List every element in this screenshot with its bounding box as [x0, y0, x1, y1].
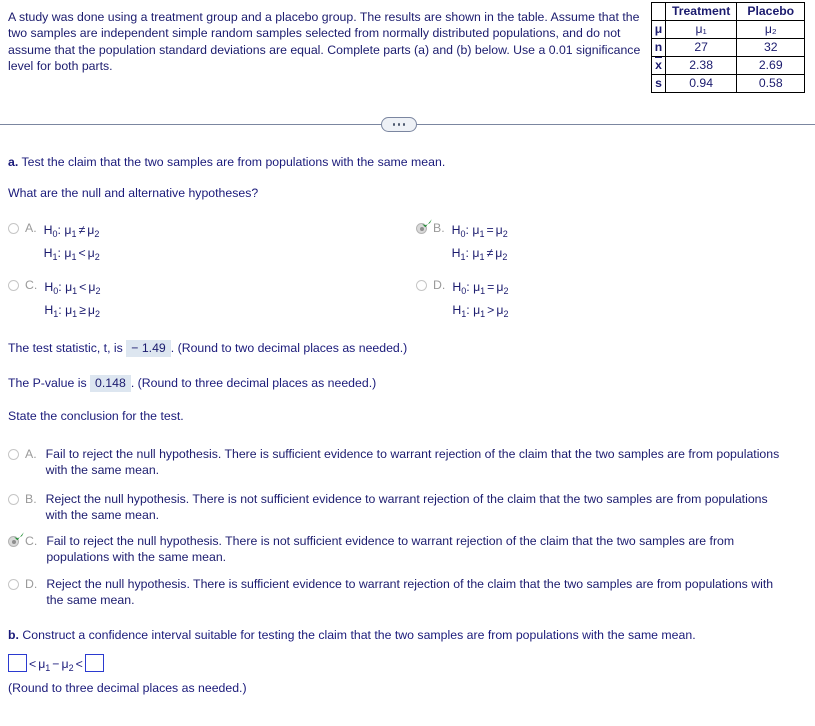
- test-statistic-value[interactable]: − 1.49: [126, 340, 171, 357]
- cell-n-treatment: 27: [664, 38, 738, 57]
- test-statistic-row: The test statistic, t, is − 1.49. (Round…: [8, 340, 407, 357]
- radio-button[interactable]: [8, 449, 19, 460]
- problem-statement: A study was done using a treatment group…: [8, 10, 641, 73]
- row-label-n: n: [651, 38, 666, 57]
- null-hypothesis: H0: μ1 < μ2: [44, 280, 101, 296]
- table-row: s 0.94 0.58: [651, 74, 806, 93]
- null-hypothesis: H0: μ1 = μ2: [452, 280, 509, 296]
- test-statistic-note: . (Round to two decimal places as needed…: [170, 341, 408, 355]
- ci-rel-right: <: [75, 657, 83, 671]
- p-value-value[interactable]: 0.148: [90, 375, 131, 392]
- radio-button[interactable]: [8, 579, 19, 590]
- conclusion-option-a[interactable]: A. Fail to reject the null hypothesis. T…: [8, 447, 791, 478]
- option-letter: C.: [25, 534, 38, 548]
- radio-button[interactable]: [8, 280, 19, 291]
- cell-xbar-treatment: 2.38: [664, 56, 738, 75]
- ellipsis-dot-icon: [402, 123, 406, 126]
- p-value-note: . (Round to three decimal places as need…: [130, 376, 377, 390]
- cell-mu-placebo: μ₂: [736, 20, 806, 39]
- option-letter: B.: [433, 221, 445, 235]
- option-letter: D.: [433, 278, 446, 292]
- option-content: H0: μ1 < μ2 H1: μ1 ≥ μ2: [44, 278, 100, 324]
- cell-n-placebo: 32: [736, 38, 806, 57]
- option-letter: A.: [25, 221, 37, 235]
- alternative-hypothesis: H1: μ1 > μ2: [452, 303, 509, 319]
- exercise-page: A study was done using a treatment group…: [0, 0, 815, 726]
- option-letter: D.: [25, 577, 38, 591]
- part-a-label: a.: [8, 155, 19, 169]
- confidence-interval-row: < μ1− μ2 <: [8, 654, 104, 678]
- option-letter: B.: [25, 492, 37, 506]
- radio-button[interactable]: [416, 223, 427, 234]
- conclusion-prompt: State the conclusion for the test.: [8, 409, 184, 423]
- option-content: H0: μ1 ≠ μ2 H1: μ1 < μ2: [44, 221, 100, 267]
- radio-button[interactable]: [8, 223, 19, 234]
- radio-button[interactable]: [8, 536, 19, 547]
- option-content: H0: μ1 = μ2 H1: μ1 ≠ μ2: [452, 221, 508, 267]
- p-value-label: The P-value is: [8, 376, 87, 390]
- conclusion-option-c[interactable]: C. Fail to reject the null hypothesis. T…: [8, 532, 791, 565]
- p-value-row: The P-value is 0.148. (Round to three de…: [8, 375, 376, 392]
- row-label-mu: μ: [651, 20, 666, 39]
- part-b-label: b.: [8, 628, 19, 642]
- alternative-hypothesis: H1: μ1 ≥ μ2: [44, 303, 101, 319]
- column-header-placebo: Placebo: [736, 2, 806, 21]
- option-letter: C.: [25, 278, 38, 292]
- row-label-s: s: [651, 74, 666, 93]
- ellipsis-dot-icon: [397, 123, 401, 126]
- hypothesis-option-b[interactable]: B. H0: μ1 = μ2 H1: μ1 ≠ μ2: [416, 219, 508, 267]
- summary-statistics-table: Treatment Placebo μ μ₁ μ₂ n 27 32 x 2.38…: [651, 2, 806, 93]
- cell-s-treatment: 0.94: [664, 74, 738, 93]
- conclusion-option-b[interactable]: B. Reject the null hypothesis. There is …: [8, 492, 791, 523]
- option-text: Reject the null hypothesis. There is not…: [45, 492, 768, 522]
- null-hypothesis: H0: μ1 ≠ μ2: [43, 223, 100, 239]
- table-row: n 27 32: [651, 38, 806, 57]
- option-content: H0: μ1 = μ2 H1: μ1 > μ2: [452, 278, 508, 324]
- part-a-prompt: a. Test the claim that the two samples a…: [8, 154, 445, 170]
- cell-s-placebo: 0.58: [736, 74, 806, 93]
- ellipsis-dot-icon: [392, 123, 396, 126]
- table-row: x 2.38 2.69: [651, 56, 806, 75]
- hypothesis-option-d[interactable]: D. H0: μ1 = μ2 H1: μ1 > μ2: [416, 278, 508, 324]
- alternative-hypothesis: H1: μ1 ≠ μ2: [451, 246, 508, 262]
- option-letter: A.: [25, 447, 37, 461]
- hypothesis-option-a[interactable]: A. H0: μ1 ≠ μ2 H1: μ1 < μ2: [8, 221, 100, 267]
- ci-rel-left: <: [29, 657, 37, 671]
- hypothesis-option-c[interactable]: C. H0: μ1 < μ2 H1: μ1 ≥ μ2: [8, 278, 100, 324]
- test-statistic-label: The test statistic, t, is: [8, 341, 123, 355]
- ci-upper-input[interactable]: [84, 654, 104, 672]
- option-text: Fail to reject the null hypothesis. Ther…: [45, 447, 780, 477]
- radio-button[interactable]: [416, 280, 427, 291]
- expand-ellipsis-button[interactable]: [381, 117, 417, 132]
- table-corner-cell: [651, 2, 666, 21]
- table-row: μ μ₁ μ₂: [651, 20, 806, 39]
- part-b-text: Construct a confidence interval suitable…: [22, 628, 696, 642]
- column-header-treatment: Treatment: [664, 2, 738, 21]
- cell-xbar-placebo: 2.69: [736, 56, 806, 75]
- table-header-row: Treatment Placebo: [651, 2, 806, 21]
- part-b-rounding-note: (Round to three decimal places as needed…: [8, 681, 247, 695]
- hypotheses-question: What are the null and alternative hypoth…: [8, 186, 259, 200]
- cell-mu-treatment: μ₁: [664, 20, 738, 39]
- null-hypothesis: H0: μ1 = μ2: [451, 223, 508, 239]
- option-text: Reject the null hypothesis. There is suf…: [46, 577, 774, 607]
- radio-button[interactable]: [8, 494, 19, 505]
- conclusion-option-d[interactable]: D. Reject the null hypothesis. There is …: [8, 577, 791, 608]
- ci-lower-input[interactable]: [8, 654, 27, 672]
- option-text: Fail to reject the null hypothesis. Ther…: [46, 534, 735, 564]
- row-label-xbar: x: [651, 56, 666, 75]
- alternative-hypothesis: H1: μ1 < μ2: [43, 246, 100, 262]
- part-b-prompt: b. Construct a confidence interval suita…: [8, 627, 808, 643]
- part-a-text: Test the claim that the two samples are …: [21, 155, 446, 169]
